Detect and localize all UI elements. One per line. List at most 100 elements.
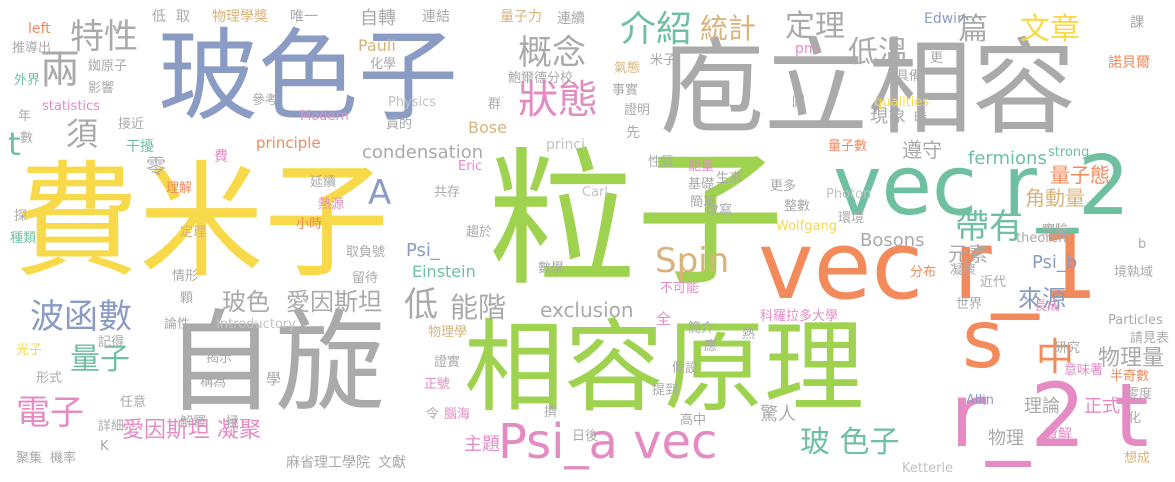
word: qualities (874, 95, 930, 110)
word: 愛因斯坦 (286, 288, 382, 316)
word: 研究 (1054, 341, 1081, 356)
word: 更 (930, 51, 944, 66)
word: 理論 (1024, 396, 1060, 417)
word: 數 (20, 131, 34, 146)
word: 量子態 (1050, 163, 1110, 187)
word: Spin (655, 241, 730, 281)
word: 課 (1130, 15, 1144, 31)
word: Psi_ (406, 240, 440, 261)
word: 能量 (688, 159, 715, 174)
word: strong (1048, 145, 1090, 160)
word: 零 (146, 154, 166, 178)
word: left (28, 21, 51, 37)
word: 高中 (680, 413, 707, 428)
word: princi (546, 137, 585, 153)
word: Eric (458, 159, 483, 174)
word: 趨於 (466, 225, 493, 240)
word: 半奇數 (1110, 369, 1150, 384)
word: 環境 (838, 211, 865, 226)
word-cloud: 費米子 粒子 自旋 玻色子 相容原理 庖立相容 vec r_1 vec r_2 … (0, 0, 1175, 482)
word: Ketterle (902, 461, 954, 476)
word: 證實 (434, 355, 461, 370)
word: 唯一 (290, 9, 318, 25)
word: 擠 (544, 405, 558, 420)
word: 事實 (612, 83, 639, 98)
word: 顆 (180, 291, 194, 306)
word: 物理 (988, 428, 1024, 449)
word: Einstein (412, 262, 476, 281)
word: 先 (626, 125, 640, 141)
word: pm (795, 41, 818, 57)
word: 延續 (310, 175, 337, 190)
word: fermions (968, 148, 1047, 169)
word: 改寫 (706, 203, 733, 218)
word: 低 (152, 9, 166, 25)
word: 電子 (16, 393, 84, 433)
word: 介紹 (620, 9, 693, 50)
word: 形式 (36, 371, 63, 386)
word: Carl (582, 185, 608, 200)
word: 波函數 (30, 297, 132, 337)
word: 解釋 (180, 415, 207, 430)
word: 須 (66, 115, 99, 153)
word: 學 (266, 370, 282, 388)
word: Bose (468, 118, 507, 137)
word: 連結 (422, 9, 450, 25)
word: 員的 (386, 117, 413, 132)
word: 量子力 (500, 9, 542, 25)
word: 低溫 (848, 35, 908, 70)
word: Physics (388, 95, 437, 110)
word: principle (256, 134, 321, 152)
word: 參考 (252, 93, 279, 108)
word: 年 (18, 109, 32, 124)
word: 取 (176, 9, 190, 25)
word: 定理 (180, 225, 207, 240)
word: Edwin (924, 11, 966, 27)
word: Modern (300, 109, 349, 124)
word: 假設 (672, 361, 699, 376)
word: 遵守 (902, 138, 942, 162)
word: 不可能 (660, 281, 700, 296)
word: 文獻 (378, 455, 406, 471)
word: 留待 (352, 271, 379, 286)
word: 分布 (910, 265, 937, 280)
word: 群 (488, 97, 502, 112)
word: Psi_b (1032, 252, 1078, 273)
word: Introductory (216, 317, 296, 332)
word: 腦海 (444, 407, 471, 422)
word: 統計 (700, 12, 757, 45)
word: 簡介 (688, 321, 715, 336)
word: 化學 (370, 57, 397, 72)
word: s (962, 293, 1004, 386)
word: 玻色 (222, 288, 270, 316)
word: 時 (914, 111, 928, 126)
word: 世界 (956, 297, 983, 312)
word: 化 (1128, 411, 1142, 426)
word: 影響 (88, 81, 115, 96)
word: 能階 (450, 291, 507, 324)
word: 氣態 (614, 61, 641, 76)
word: 元素 (948, 242, 988, 266)
word: 記得 (98, 335, 125, 350)
word: 狀態 (518, 77, 598, 123)
word: 更多 (770, 179, 797, 194)
word: 共存 (434, 185, 461, 200)
word: 極 (226, 415, 240, 430)
word: 任意 (120, 395, 147, 410)
word: Particles (1108, 313, 1163, 328)
word: 聚集 (16, 451, 43, 466)
word: 提到 (652, 383, 679, 398)
word: 長成 (1034, 299, 1061, 314)
word: 費解 (1044, 427, 1072, 443)
word: 外界 (14, 73, 41, 88)
word: 具備 (896, 69, 923, 84)
word: 零度 (1126, 387, 1153, 402)
word: 熱 (742, 327, 756, 342)
word: 諾貝爾 (1108, 55, 1150, 71)
word: 令 (426, 407, 440, 422)
word: 特性 (70, 17, 138, 57)
word: 數學 (538, 261, 565, 276)
word: 凝聚 (950, 263, 977, 278)
word: 種類 (10, 231, 37, 246)
word: 定理 (785, 9, 845, 44)
